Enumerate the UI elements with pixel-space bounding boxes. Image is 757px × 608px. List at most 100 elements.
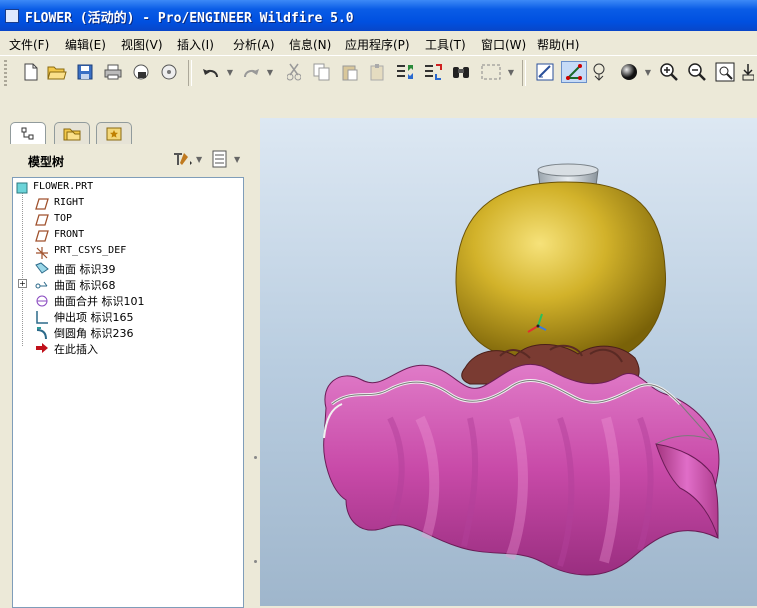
datum-plane-icon: [35, 214, 49, 226]
folder-icon: [63, 128, 81, 141]
menu-tools[interactable]: 工具(T): [425, 36, 466, 53]
shading-dropdown-icon[interactable]: ▼: [642, 61, 654, 83]
datum-plane-icon: [35, 198, 49, 210]
redo-dropdown-icon[interactable]: ▼: [264, 61, 276, 83]
settings-tools-icon[interactable]: [172, 151, 194, 170]
tree-item-label: FRONT: [54, 229, 85, 240]
insert-here-icon: [35, 342, 48, 354]
save-icon[interactable]: [74, 61, 96, 83]
tree-item-label: 在此插入: [54, 343, 98, 356]
settings-dropdown-icon[interactable]: ▼: [196, 155, 202, 164]
redo-icon[interactable]: [240, 61, 262, 83]
menu-info[interactable]: 信息(N): [289, 36, 331, 53]
tree-item-root[interactable]: FLOWER.PRT: [13, 180, 243, 196]
saved-views-icon[interactable]: [590, 61, 612, 83]
tree-item-surface-39[interactable]: 曲面 标识39: [13, 260, 243, 276]
zoom-in-icon[interactable]: [658, 61, 680, 83]
menu-help[interactable]: 帮助(H): [537, 36, 579, 53]
model-tree: FLOWER.PRT RIGHT TOP FRONT PRT_CSYS_DEF: [12, 177, 244, 608]
title-bar: FLOWER (活动的) - Pro/ENGINEER Wildfire 5.0: [0, 0, 757, 31]
tree-item-surface-68[interactable]: + 曲面 标识68: [13, 276, 243, 292]
merge-icon: [35, 294, 48, 307]
tree-item-label: PRT_CSYS_DEF: [54, 245, 127, 256]
tree-item-label: FLOWER.PRT: [33, 181, 94, 192]
protrusion-icon: [35, 310, 48, 324]
show-options-icon[interactable]: [212, 150, 228, 171]
tree-item-front[interactable]: FRONT: [13, 228, 243, 244]
cut-icon[interactable]: [283, 61, 305, 83]
flower-model: [323, 163, 720, 576]
tree-item-merge-101[interactable]: 曲面合并 标识101: [13, 292, 243, 308]
graphics-viewport[interactable]: [260, 118, 757, 606]
undo-dropdown-icon[interactable]: ▼: [224, 61, 236, 83]
regenerate-icon[interactable]: [394, 61, 416, 83]
tree-item-protrusion-165[interactable]: 伸出项 标识165: [13, 308, 243, 324]
tree-item-top[interactable]: TOP: [13, 212, 243, 228]
send-mail-icon[interactable]: [130, 61, 152, 83]
panel-title: 模型树: [28, 155, 65, 169]
select-box-icon[interactable]: [478, 61, 504, 83]
part-icon: [16, 182, 28, 194]
paste-icon[interactable]: [339, 61, 361, 83]
splitter-grip: [254, 560, 257, 563]
tree-item-insert-here[interactable]: 在此插入: [13, 340, 243, 356]
tree-item-label: 曲面合并 标识101: [54, 295, 145, 308]
datum-plane-icon: [35, 230, 49, 242]
model-tree-header: 模型树 ▼ ▼: [8, 144, 248, 176]
menu-analysis[interactable]: 分析(A): [233, 36, 275, 53]
copy-icon[interactable]: [311, 61, 333, 83]
open-folder-icon[interactable]: [46, 61, 68, 83]
favorites-icon: [106, 127, 122, 141]
datum-display-icon[interactable]: [534, 61, 556, 83]
tree-item-label: 伸出项 标识165: [54, 311, 134, 324]
new-file-icon[interactable]: [20, 61, 42, 83]
model-tree-tab-icon: [21, 127, 34, 140]
menu-edit[interactable]: 编辑(E): [65, 36, 106, 53]
model-tree-tab[interactable]: [10, 122, 46, 145]
spin-center-icon[interactable]: [561, 61, 587, 83]
tree-item-label: 倒圆角 标识236: [54, 327, 134, 340]
toolbar-separator: [522, 60, 526, 86]
zoom-out-icon[interactable]: [686, 61, 708, 83]
select-dropdown-icon[interactable]: ▼: [505, 61, 517, 83]
undo-icon[interactable]: [200, 61, 222, 83]
window-title: FLOWER (活动的) - Pro/ENGINEER Wildfire 5.0: [25, 11, 354, 26]
app-icon: [5, 9, 19, 23]
expand-toggle-icon[interactable]: +: [18, 279, 27, 288]
tree-item-label: 曲面 标识68: [54, 279, 116, 292]
toolbar: ▼ ▼ ▼ ▼: [0, 55, 757, 90]
toolbar-grip[interactable]: [4, 60, 7, 86]
toolbar-overflow-icon[interactable]: [742, 61, 757, 83]
toolbar-separator: [188, 60, 192, 86]
tree-item-round-236[interactable]: 倒圆角 标识236: [13, 324, 243, 340]
favorites-tab[interactable]: [96, 122, 132, 145]
print-icon[interactable]: [102, 61, 124, 83]
toolbar-band: [0, 89, 757, 119]
surface-icon: [35, 262, 49, 274]
menu-file[interactable]: 文件(F): [9, 36, 49, 53]
csys-icon: [35, 246, 48, 259]
round-icon: [35, 326, 47, 340]
regen-manager-icon[interactable]: [422, 61, 444, 83]
menu-insert[interactable]: 插入(I): [177, 36, 214, 53]
menu-bar: 文件(F) 编辑(E) 视图(V) 插入(I) 分析(A) 信息(N) 应用程序…: [0, 31, 757, 55]
menu-applications[interactable]: 应用程序(P): [345, 36, 410, 53]
surface-icon: [35, 278, 48, 290]
navigator-pane: 模型树 ▼ ▼ FLOWER.PRT RIGHT TOP FRONT PRT_C…: [0, 118, 258, 608]
splitter-grip: [254, 456, 257, 459]
folder-browser-tab[interactable]: [54, 122, 90, 145]
disk-icon[interactable]: [158, 61, 180, 83]
tree-item-label: 曲面 标识39: [54, 263, 116, 276]
refit-icon[interactable]: [714, 61, 736, 83]
menu-window[interactable]: 窗口(W): [481, 36, 526, 53]
paste-special-icon[interactable]: [367, 61, 389, 83]
tree-item-label: RIGHT: [54, 197, 85, 208]
shading-icon[interactable]: [618, 61, 640, 83]
find-binoculars-icon[interactable]: [450, 61, 472, 83]
tree-item-right[interactable]: RIGHT: [13, 196, 243, 212]
menu-view[interactable]: 视图(V): [121, 36, 163, 53]
tree-item-csys[interactable]: PRT_CSYS_DEF: [13, 244, 243, 260]
pane-splitter[interactable]: [250, 118, 260, 606]
show-dropdown-icon[interactable]: ▼: [234, 155, 240, 164]
tree-item-label: TOP: [54, 213, 73, 224]
